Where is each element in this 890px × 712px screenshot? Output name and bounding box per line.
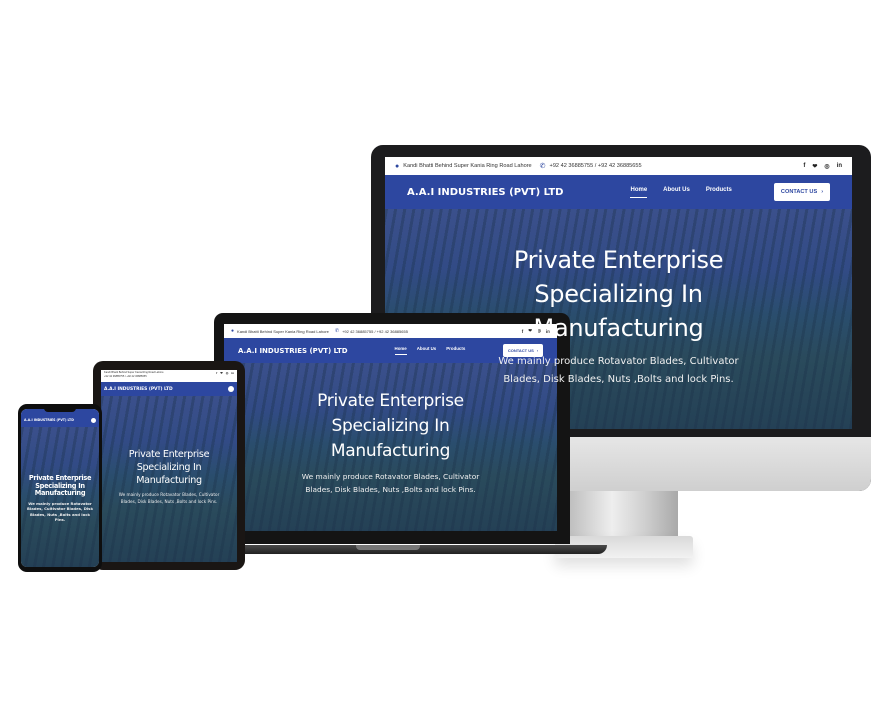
main-navbar: A.A.I INDUSTRIES (PVT) LTD Home About Us… — [385, 175, 852, 209]
hero-title-line-2: Specializing In — [534, 280, 703, 308]
hero-title: Private Enterprise Specializing In Manuf… — [385, 243, 852, 345]
hero-section: Private Enterprise Specializing In Manuf… — [101, 396, 237, 562]
phone-text: +92 42 36885755 / +92 42 36885655 — [104, 374, 147, 378]
social-links: f ❤ ◎ in — [803, 163, 842, 170]
hero-content: Private Enterprise Specializing In Manuf… — [224, 389, 557, 496]
linkedin-icon[interactable]: in — [231, 371, 234, 375]
address-text: Kandi Bhatti Behind Super Kania Ring Roa… — [237, 328, 329, 334]
hero-subtitle: We mainly produce Rotavator Blades, Cult… — [301, 472, 480, 494]
facebook-icon[interactable]: f — [216, 371, 217, 375]
brand-logo-text[interactable]: A.A.I INDUSTRIES (PVT) LTD — [407, 187, 563, 198]
main-navbar: A.A.I INDUSTRIES (PVT) LTD — [101, 382, 237, 396]
hero-title-line-3: Manufacturing — [136, 475, 202, 486]
hero-title: Private Enterprise Specializing In Manuf… — [224, 389, 557, 464]
nav-about-us[interactable]: About Us — [663, 187, 690, 198]
hero-title-line-1: Private Enterprise — [128, 449, 210, 460]
hero-content: Private Enterprise Specializing In Manuf… — [385, 243, 852, 389]
brand-logo-text[interactable]: A.A.I INDUSTRIES (PVT) LTD — [238, 347, 348, 355]
top-contact-bar: Kandi Bhatti Behind Super Kania Ring Roa… — [101, 370, 237, 382]
hero-section: Private Enterprise Specializing In Manuf… — [224, 363, 557, 531]
nav-products[interactable]: Products — [706, 187, 732, 198]
hero-title-line-3: Manufacturing — [533, 314, 704, 342]
hero-title-line-2: Specializing In — [136, 462, 202, 473]
laptop-hinge-notch — [356, 545, 420, 550]
top-contact-bar: ● Kandi Bhatti Behind Super Kania Ring R… — [385, 157, 852, 175]
instagram-icon[interactable]: ◎ — [226, 371, 229, 375]
desktop-monitor-stand-neck — [568, 491, 678, 539]
hero-subtitle: We mainly produce Rotavator Blades, Cult… — [498, 356, 739, 385]
linkedin-icon[interactable]: in — [837, 163, 842, 169]
twitter-icon[interactable]: ❤ — [812, 163, 817, 170]
phone-icon: ✆ — [539, 163, 546, 170]
contact-us-label: CONTACT US — [780, 189, 818, 195]
chevron-right-icon: › — [821, 189, 824, 195]
social-links: f ❤ ◎ in — [216, 371, 234, 375]
hero-subtitle: We mainly produce Rotavator Blades, Cult… — [27, 500, 93, 522]
contact-us-button[interactable]: CONTACT US › — [774, 183, 830, 201]
phone-notch — [44, 406, 76, 412]
phone-text: +92 42 36885755 / +92 42 36885655 — [549, 163, 642, 169]
hero-content: Private Enterprise Specializing In Manuf… — [21, 474, 99, 522]
brand-logo-text[interactable]: A.A.I INDUSTRIES (PVT) LTD — [24, 418, 74, 422]
menu-toggle-icon[interactable] — [91, 417, 96, 423]
tablet-screen: Kandi Bhatti Behind Super Kania Ring Roa… — [101, 370, 237, 562]
map-marker-icon: ● — [395, 162, 400, 170]
hero-title: Private Enterprise Specializing In Manuf… — [101, 448, 237, 487]
facebook-icon[interactable]: f — [803, 163, 805, 169]
nav-home[interactable]: Home — [630, 187, 648, 198]
hero-title-line-1: Private Enterprise — [513, 246, 724, 274]
twitter-icon[interactable]: ❤ — [220, 371, 223, 375]
address-text: Kandi Bhatti Behind Super Kania Ring Roa… — [403, 163, 532, 169]
map-marker-icon: ● — [231, 328, 235, 334]
hero-section: Private Enterprise Specializing In Manuf… — [21, 427, 99, 567]
phone-icon: ✆ — [334, 328, 340, 334]
hero-content: Private Enterprise Specializing In Manuf… — [101, 448, 237, 505]
hero-title-line-3: Manufacturing — [330, 441, 451, 461]
hero-title: Private Enterprise Specializing In Manuf… — [21, 474, 99, 498]
hero-title-line-1: Private Enterprise — [317, 391, 464, 411]
hero-subtitle: We mainly produce Rotavator Blades, Cult… — [118, 492, 220, 504]
brand-logo-text[interactable]: A.A.I INDUSTRIES (PVT) LTD — [104, 387, 173, 392]
hero-title-line-3: Manufacturing — [34, 489, 86, 498]
nav-links: Home About Us Products — [630, 187, 732, 198]
instagram-icon[interactable]: ◎ — [824, 163, 829, 170]
phone-screen: A.A.I INDUSTRIES (PVT) LTD Private Enter… — [21, 409, 99, 567]
hero-title-line-2: Specializing In — [331, 416, 450, 436]
